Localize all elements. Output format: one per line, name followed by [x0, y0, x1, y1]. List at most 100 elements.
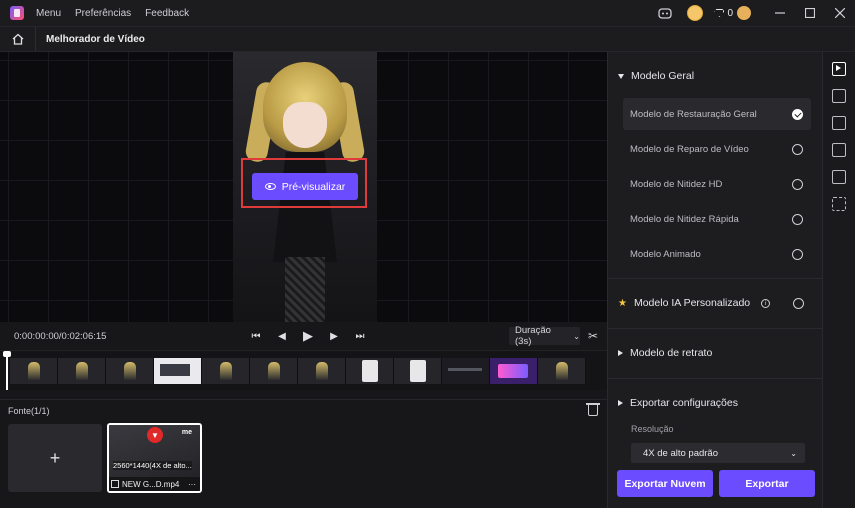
section-portrait-model[interactable]: Modelo de retrato: [608, 342, 823, 364]
brand-badge-icon: ▼: [147, 427, 163, 443]
timeline-frame: [442, 358, 490, 384]
radio-icon[interactable]: [792, 143, 803, 155]
video-preview: Pré-visualizar: [0, 52, 607, 322]
prev-frame-icon[interactable]: ◀: [276, 331, 288, 342]
timecode: 0:00:00:00/0:02:06:15: [14, 330, 107, 342]
timeline-frame: [298, 358, 346, 384]
model-option-fast-sharpness[interactable]: Modelo de Nitidez Rápida: [623, 203, 811, 235]
app-logo: [10, 6, 24, 20]
preview-button-label: Pré-visualizar: [281, 180, 346, 193]
page-header: Melhorador de Vídeo: [0, 26, 855, 52]
crop-select-tool-icon[interactable]: [832, 197, 846, 211]
timeline-frame: [58, 358, 106, 384]
radio-icon[interactable]: [793, 297, 804, 309]
radio-icon[interactable]: [792, 178, 803, 190]
caret-right-icon: [618, 400, 623, 406]
playback-controls: 0:00:00:00/0:02:06:15 ⏮ ◀ ▶ ▶ ⏭ Duração …: [0, 322, 607, 350]
add-file-button[interactable]: +: [8, 424, 102, 492]
next-frame-icon[interactable]: ▶: [328, 331, 340, 342]
trash-icon[interactable]: [586, 403, 600, 416]
eraser-tool-icon[interactable]: [832, 170, 846, 184]
timeline-frame: [202, 358, 250, 384]
settings-panel: Modelo Geral Modelo de Restauração Geral…: [607, 52, 823, 508]
menu-item-preferences[interactable]: Preferências: [75, 8, 131, 19]
close-icon[interactable]: [825, 0, 855, 26]
edit-tool-icon[interactable]: [832, 143, 846, 157]
model-option-label: Modelo de Restauração Geral: [630, 108, 757, 120]
minimize-icon[interactable]: [765, 0, 795, 26]
plus-icon: +: [49, 447, 61, 468]
skip-end-icon[interactable]: ⏭: [354, 331, 366, 342]
title-bar: Menu Preferências Feedback 0: [0, 0, 855, 26]
timeline[interactable]: [0, 350, 607, 390]
model-option-general-restoration[interactable]: Modelo de Restauração Geral: [623, 98, 811, 130]
file-brand-text: me: [181, 429, 192, 436]
info-icon[interactable]: i: [761, 298, 771, 308]
video-enhance-tool-icon[interactable]: [832, 62, 846, 76]
resolution-label: Resolução: [631, 424, 674, 434]
source-label: Fonte(1/1): [8, 406, 50, 416]
resolution-select[interactable]: 4X de alto padrão ⌄: [631, 443, 805, 463]
timeline-frame: [346, 358, 394, 384]
film-icon: [111, 480, 119, 488]
file-resolution: 2560*1440(4X de alto...: [113, 461, 192, 470]
divider: [608, 328, 823, 329]
home-icon: [12, 33, 23, 45]
model-option-video-repair[interactable]: Modelo de Reparo de Vídeo: [623, 133, 811, 165]
divider: [608, 278, 823, 279]
export-cloud-button[interactable]: Exportar Nuvem: [617, 470, 713, 497]
export-button[interactable]: Exportar: [719, 470, 815, 497]
scissors-icon[interactable]: ✂: [588, 329, 598, 343]
layout-tool-icon[interactable]: [832, 116, 846, 130]
star-icon: ★: [618, 297, 627, 309]
duration-label: Duração (3s): [515, 325, 551, 347]
timeline-frame: [490, 358, 538, 384]
divider: [608, 378, 823, 379]
credits-indicator[interactable]: 0: [714, 8, 733, 19]
eye-icon: [264, 183, 276, 190]
model-option-hd-sharpness[interactable]: Modelo de Nitidez HD: [623, 168, 811, 200]
section-custom-ai-model-label: Modelo IA Personalizado: [633, 297, 751, 309]
diamond-icon: [714, 9, 725, 17]
radio-icon[interactable]: [792, 213, 803, 225]
radio-icon[interactable]: [792, 248, 803, 260]
maximize-icon[interactable]: [795, 0, 825, 26]
timeline-thumbnails: [10, 358, 586, 384]
duration-dropdown[interactable]: Duração (3s) ⌄: [509, 325, 580, 347]
timeline-frame: [106, 358, 154, 384]
preview-button[interactable]: Pré-visualizar: [252, 173, 358, 200]
radio-checked-icon[interactable]: [792, 108, 803, 120]
model-option-label: Modelo de Nitidez HD: [630, 178, 723, 190]
file-name-bar: NEW G...D.mp4 ···: [109, 477, 200, 491]
home-button[interactable]: [0, 27, 36, 51]
caret-down-icon: [618, 73, 624, 79]
resolution-value: 4X de alto padrão: [643, 447, 719, 459]
skip-start-icon[interactable]: ⏮: [250, 331, 262, 342]
section-custom-ai-model[interactable]: ★ Modelo IA Personalizado i: [608, 292, 823, 314]
avatar[interactable]: [680, 0, 710, 26]
file-name: NEW G...D.mp4: [122, 479, 180, 489]
discord-icon[interactable]: [650, 0, 680, 26]
timeline-frame: [250, 358, 298, 384]
image-enhance-tool-icon[interactable]: [832, 89, 846, 103]
section-general-model[interactable]: Modelo Geral: [608, 65, 823, 87]
app-window: Menu Preferências Feedback 0 Melhorador …: [0, 0, 855, 508]
page-title: Melhorador de Vídeo: [46, 33, 145, 45]
tool-rail: [822, 52, 855, 508]
timeline-frame: [10, 358, 58, 384]
playhead[interactable]: [3, 351, 11, 390]
section-export-settings[interactable]: Exportar configurações: [608, 392, 823, 414]
more-options-icon[interactable]: ···: [188, 480, 200, 489]
model-option-animated[interactable]: Modelo Animado: [623, 238, 811, 270]
menu-item-menu[interactable]: Menu: [36, 8, 61, 19]
model-option-label: Modelo de Nitidez Rápida: [630, 213, 739, 225]
caret-right-icon: [618, 350, 623, 356]
menu-item-feedback[interactable]: Feedback: [145, 8, 189, 19]
section-portrait-model-label: Modelo de retrato: [630, 347, 713, 359]
credits-count: 0: [727, 7, 733, 19]
source-file-card[interactable]: ▼ me 2560*1440(4X de alto... NEW G...D.m…: [107, 423, 202, 493]
play-icon[interactable]: ▶: [302, 328, 314, 344]
gift-icon[interactable]: [737, 6, 751, 20]
model-option-label: Modelo de Reparo de Vídeo: [630, 143, 749, 155]
transport-controls: ⏮ ◀ ▶ ▶ ⏭: [250, 328, 366, 344]
